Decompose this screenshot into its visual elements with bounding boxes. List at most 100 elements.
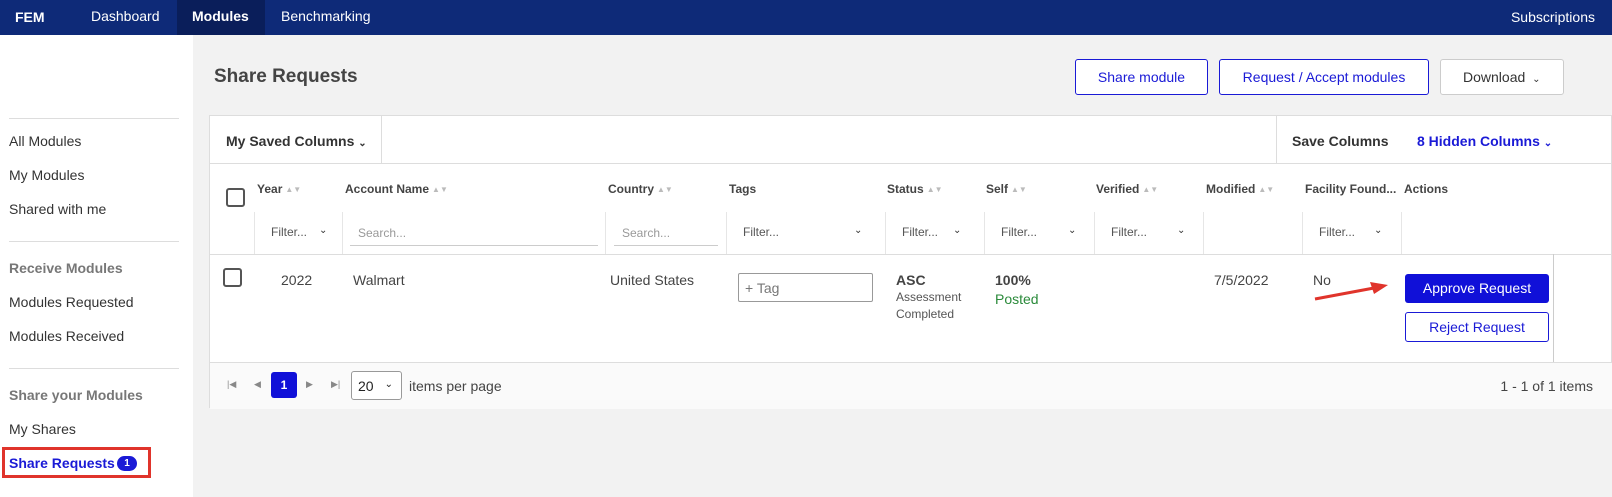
column-label: Account Name bbox=[345, 182, 430, 196]
search-underline bbox=[350, 245, 598, 246]
column-label: Self bbox=[986, 182, 1009, 196]
sidebar-item-my-shares[interactable]: My Shares bbox=[9, 421, 76, 437]
toolbar-divider bbox=[1276, 116, 1277, 164]
column-header-facility-found[interactable]: Facility Found... bbox=[1305, 182, 1396, 196]
chevron-down-icon: ⌄ bbox=[1177, 225, 1186, 236]
nav-benchmarking[interactable]: Benchmarking bbox=[266, 0, 386, 35]
account-name-search-input[interactable]: Search... bbox=[358, 226, 406, 240]
last-page-icon[interactable]: ▶| bbox=[331, 379, 340, 390]
top-nav: FEM Dashboard Modules Benchmarking Subsc… bbox=[0, 0, 1612, 35]
pager: |◀ ◀ 1 ▶ ▶| 20 ⌄ items per page 1 - 1 of… bbox=[210, 363, 1612, 409]
add-tag-input[interactable]: + Tag bbox=[738, 273, 873, 302]
chevron-down-icon: ⌄ bbox=[384, 379, 393, 390]
sidebar-item-modules-requested[interactable]: Modules Requested bbox=[9, 294, 134, 310]
column-header-tags[interactable]: Tags bbox=[729, 182, 756, 196]
chevron-down-icon: ⌄ bbox=[319, 225, 328, 236]
sort-icon: ▲▼ bbox=[1142, 185, 1159, 194]
facility-filter[interactable]: Filter... ⌄ bbox=[1319, 225, 1389, 239]
nav-modules[interactable]: Modules bbox=[177, 0, 265, 35]
column-header-verified[interactable]: Verified ▲▼ bbox=[1096, 182, 1158, 196]
filter-placeholder: Filter... bbox=[1001, 225, 1038, 239]
share-requests-grid: My Saved Columns ⌄ Save Columns 8 Hidden… bbox=[209, 115, 1612, 409]
nav-dashboard[interactable]: Dashboard bbox=[76, 0, 175, 35]
sort-icon: ▲▼ bbox=[1011, 185, 1027, 194]
sidebar-item-my-modules[interactable]: My Modules bbox=[9, 167, 84, 183]
verified-filter[interactable]: Filter... ⌄ bbox=[1111, 225, 1191, 239]
download-button[interactable]: Download ⌄ bbox=[1440, 59, 1564, 95]
column-divider bbox=[342, 212, 343, 254]
column-label: Status bbox=[887, 182, 924, 196]
sort-icon: ▲▼ bbox=[657, 185, 673, 194]
first-page-icon[interactable]: |◀ bbox=[227, 379, 236, 390]
column-divider bbox=[605, 212, 606, 254]
approve-request-button[interactable]: Approve Request bbox=[1405, 274, 1549, 303]
reject-request-button[interactable]: Reject Request bbox=[1405, 312, 1549, 342]
sort-icon: ▲▼ bbox=[432, 185, 448, 194]
chevron-down-icon: ⌄ bbox=[1374, 225, 1383, 236]
request-accept-modules-button[interactable]: Request / Accept modules bbox=[1219, 59, 1429, 95]
column-divider bbox=[726, 212, 727, 254]
sort-icon: ▲▼ bbox=[285, 185, 302, 194]
status-filter[interactable]: Filter... ⌄ bbox=[902, 225, 972, 239]
chevron-down-icon: ⌄ bbox=[1543, 138, 1553, 149]
tags-filter[interactable]: Filter... ⌄ bbox=[743, 225, 863, 239]
sort-icon: ▲▼ bbox=[1258, 185, 1275, 194]
vertical-scrollbar[interactable] bbox=[1553, 254, 1554, 362]
page-size-value: 20 bbox=[358, 378, 374, 394]
column-header-country[interactable]: Country ▲▼ bbox=[608, 182, 673, 196]
page-title: Share Requests bbox=[214, 66, 358, 87]
sidebar-item-shared-with-me[interactable]: Shared with me bbox=[9, 201, 106, 217]
column-divider bbox=[1203, 212, 1204, 254]
saved-columns-label: My Saved Columns bbox=[226, 133, 355, 149]
search-underline bbox=[614, 245, 718, 246]
share-module-button[interactable]: Share module bbox=[1075, 59, 1208, 95]
sidebar-item-modules-received[interactable]: Modules Received bbox=[9, 328, 124, 344]
annotation-arrow-icon bbox=[1314, 282, 1388, 301]
sidebar-heading-share: Share your Modules bbox=[9, 387, 143, 403]
filter-placeholder: Filter... bbox=[902, 225, 939, 239]
chevron-down-icon: ⌄ bbox=[854, 225, 863, 236]
download-label: Download bbox=[1463, 69, 1526, 85]
sidebar-item-label: Share Requests bbox=[9, 455, 115, 471]
select-all-checkbox[interactable] bbox=[226, 188, 245, 207]
row-checkbox[interactable] bbox=[223, 268, 242, 287]
sidebar-item-all-modules[interactable]: All Modules bbox=[9, 133, 81, 149]
column-header-status[interactable]: Status ▲▼ bbox=[887, 182, 943, 196]
column-divider bbox=[254, 212, 255, 254]
filter-placeholder: Filter... bbox=[1111, 225, 1148, 239]
page-size-select[interactable]: 20 ⌄ bbox=[351, 371, 402, 400]
hidden-columns-dropdown[interactable]: 8 Hidden Columns ⌄ bbox=[1417, 133, 1552, 149]
column-divider bbox=[885, 212, 886, 254]
header-divider bbox=[210, 254, 1612, 255]
saved-columns-dropdown[interactable]: My Saved Columns ⌄ bbox=[226, 133, 367, 149]
self-percentage: 100% bbox=[995, 272, 1031, 288]
nav-subscriptions[interactable]: Subscriptions bbox=[1511, 9, 1595, 25]
filter-placeholder: Filter... bbox=[743, 225, 780, 239]
filter-placeholder: Filter... bbox=[1319, 225, 1356, 239]
year-filter[interactable]: Filter... ⌄ bbox=[271, 225, 331, 239]
column-header-modified[interactable]: Modified ▲▼ bbox=[1206, 182, 1274, 196]
page-button-current[interactable]: 1 bbox=[271, 372, 297, 398]
chevron-down-icon: ⌄ bbox=[1068, 225, 1077, 236]
status-description: Assessment Completed bbox=[896, 290, 962, 321]
next-page-icon[interactable]: ▶ bbox=[306, 379, 313, 390]
country-search-input[interactable]: Search... bbox=[622, 226, 670, 240]
prev-page-icon[interactable]: ◀ bbox=[254, 379, 261, 390]
column-divider bbox=[1401, 212, 1402, 254]
column-label: Country bbox=[608, 182, 654, 196]
column-header-self[interactable]: Self ▲▼ bbox=[986, 182, 1027, 196]
column-divider bbox=[1094, 212, 1095, 254]
brand-logo[interactable]: FEM bbox=[15, 9, 45, 25]
column-divider bbox=[984, 212, 985, 254]
self-filter[interactable]: Filter... ⌄ bbox=[1001, 225, 1081, 239]
sidebar-item-share-requests[interactable]: Share Requests 1 bbox=[2, 447, 151, 478]
column-label: Modified bbox=[1206, 182, 1256, 196]
column-label: Verified bbox=[1096, 182, 1140, 196]
column-header-account-name[interactable]: Account Name ▲▼ bbox=[345, 182, 448, 196]
sort-icon: ▲▼ bbox=[926, 185, 943, 194]
cell-year: 2022 bbox=[281, 272, 313, 288]
column-header-year[interactable]: Year ▲▼ bbox=[257, 182, 301, 196]
grid-toolbar: My Saved Columns ⌄ Save Columns 8 Hidden… bbox=[210, 116, 1612, 164]
sidebar: All Modules My Modules Shared with me Re… bbox=[0, 35, 193, 497]
save-columns-button[interactable]: Save Columns bbox=[1292, 133, 1388, 149]
